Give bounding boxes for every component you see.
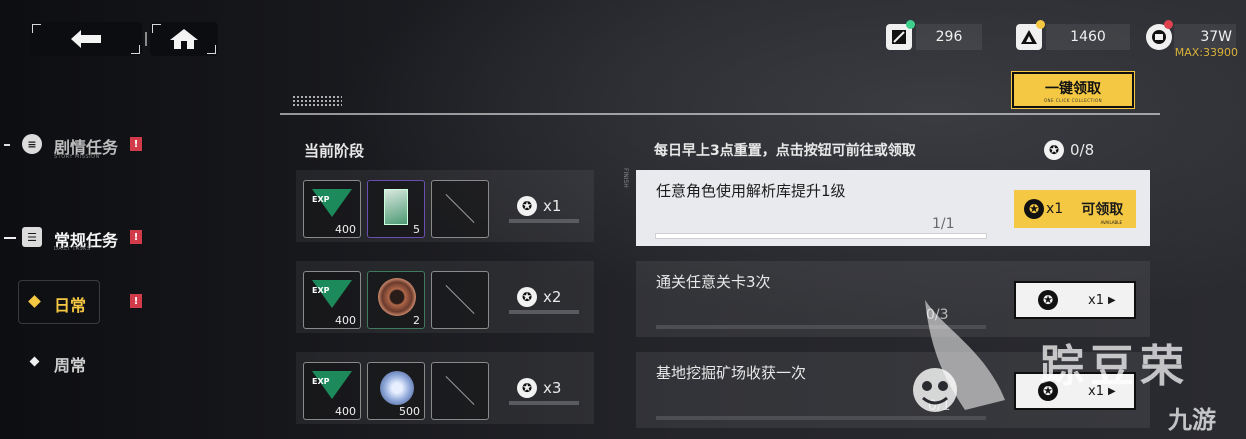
item-count: 400 xyxy=(335,223,356,236)
exp-reward-item[interactable]: EXP 400 xyxy=(303,362,361,420)
watermark-text: 踪豆荣 xyxy=(1040,341,1190,392)
tasks-side-label: FINISH xyxy=(622,168,629,188)
exp-label: EXP xyxy=(312,286,330,295)
sidebar-item-daily[interactable]: 日常 xyxy=(54,292,86,316)
one-click-sublabel: ONE CLICK COLLECTION xyxy=(1043,97,1103,103)
star-icon: ✪ xyxy=(517,287,537,307)
task-title: 通关任意关卡3次 xyxy=(656,273,771,291)
task-progress: 1/1 xyxy=(932,216,955,232)
task-title: 基地挖掘矿场收获一次 xyxy=(656,364,807,382)
coin-reward-item[interactable]: 2 xyxy=(367,271,425,329)
item-count: 500 xyxy=(399,405,420,418)
go-button[interactable]: ✪ x1 ▶ xyxy=(1014,281,1136,319)
card-reward-item[interactable]: 5 xyxy=(367,180,425,238)
empty-reward-slot xyxy=(431,362,489,420)
task-progress-fill xyxy=(656,234,986,238)
ticket-plus-indicator[interactable] xyxy=(906,20,915,29)
back-arrow-icon xyxy=(71,30,101,48)
tasks-header: 每日早上3点重置，点击按钮可前往或领取 xyxy=(654,143,916,159)
claim-reward-amount: x1 xyxy=(1046,201,1064,217)
star-icon: ✪ xyxy=(517,196,537,216)
sidebar-item-story-sub: STORY MISSION xyxy=(54,154,100,160)
item-count: 400 xyxy=(335,314,356,327)
star-icon: ✪ xyxy=(517,378,537,398)
stage-multiplier: x3 xyxy=(543,379,562,397)
card-icon xyxy=(384,189,408,225)
task-progress-bar xyxy=(656,234,986,238)
section-divider xyxy=(280,113,1160,115)
item-count: 2 xyxy=(413,314,420,327)
stage-multiplier: x2 xyxy=(543,288,562,306)
sidebar-item-weekly[interactable]: 周常 xyxy=(54,352,86,376)
watermark-logo: 九游 xyxy=(1168,406,1216,434)
task-title: 任意角色使用解析库提升1级 xyxy=(656,182,846,200)
story-menu-icon: ≡ xyxy=(22,134,42,154)
one-click-collect-button[interactable]: 一键领取 ONE CLICK COLLECTION xyxy=(1011,71,1135,109)
sidebar-item-regular-sub: DAILY TASKS xyxy=(54,246,91,252)
task-row[interactable]: 任意角色使用解析库提升1级 1/1 ✪ x1 可领取 AVAILABLE xyxy=(636,170,1150,246)
stage-multiplier: x1 xyxy=(543,197,562,215)
tasks-total-progress: 0/8 xyxy=(1070,141,1095,159)
watermark-mascot-icon xyxy=(913,300,1005,412)
star-icon: ✪ xyxy=(1044,140,1064,160)
empty-reward-slot xyxy=(431,271,489,329)
claim-button[interactable]: ✪ x1 可领取 AVAILABLE xyxy=(1014,190,1136,228)
play-arrow-icon: ▶ xyxy=(1107,294,1116,306)
star-icon: ✪ xyxy=(1024,199,1044,219)
one-click-label: 一键领取 xyxy=(1045,80,1101,97)
coin-icon xyxy=(378,278,416,316)
claim-button-label: 可领取 xyxy=(1081,202,1124,218)
home-icon xyxy=(170,29,198,49)
star-icon: ✪ xyxy=(1038,290,1058,310)
triangle-plus-indicator[interactable] xyxy=(1036,20,1045,29)
stage-bar xyxy=(509,219,579,223)
item-count: 400 xyxy=(335,405,356,418)
diamond-icon xyxy=(29,356,40,367)
stage-row: EXP 400 500 ✪ x3 xyxy=(296,352,594,424)
daily-alert-badge: ! xyxy=(130,294,142,308)
crystal-icon xyxy=(380,371,414,405)
stage-row: EXP 400 5 ✪ x1 xyxy=(296,170,594,242)
regular-alert-badge: ! xyxy=(130,230,142,244)
crystal-reward-item[interactable]: 500 xyxy=(367,362,425,420)
energy-plus-indicator[interactable] xyxy=(1164,20,1173,29)
stage-title: 当前阶段 xyxy=(304,142,365,160)
sidebar-active-tick xyxy=(4,237,16,239)
triangle-count: 1460 xyxy=(1046,24,1130,50)
stage-row: EXP 400 2 ✪ x2 xyxy=(296,261,594,333)
item-count: 5 xyxy=(413,223,420,236)
exp-reward-item[interactable]: EXP 400 xyxy=(303,271,361,329)
stage-bar xyxy=(509,310,579,314)
exp-label: EXP xyxy=(312,377,330,386)
empty-reward-slot xyxy=(431,180,489,238)
story-alert-badge: ! xyxy=(130,137,142,151)
back-button[interactable] xyxy=(30,22,142,56)
task-row[interactable]: 通关任意关卡3次 0/3 ✪ x1 ▶ xyxy=(636,261,1150,337)
home-button[interactable] xyxy=(150,22,218,56)
exp-reward-item[interactable]: EXP 400 xyxy=(303,180,361,238)
ticket-count: 296 xyxy=(916,24,982,50)
stage-bar xyxy=(509,401,579,405)
exp-label: EXP xyxy=(312,195,330,204)
energy-max: MAX:33900 xyxy=(1174,46,1238,59)
claim-button-sub: AVAILABLE xyxy=(1100,220,1122,225)
daily-tasks-icon: ☰ xyxy=(22,227,42,247)
sidebar-tick xyxy=(4,144,10,146)
nav-divider xyxy=(145,32,147,46)
go-reward-amount: x1 xyxy=(1088,292,1104,308)
dot-grid-decoration xyxy=(292,95,342,107)
